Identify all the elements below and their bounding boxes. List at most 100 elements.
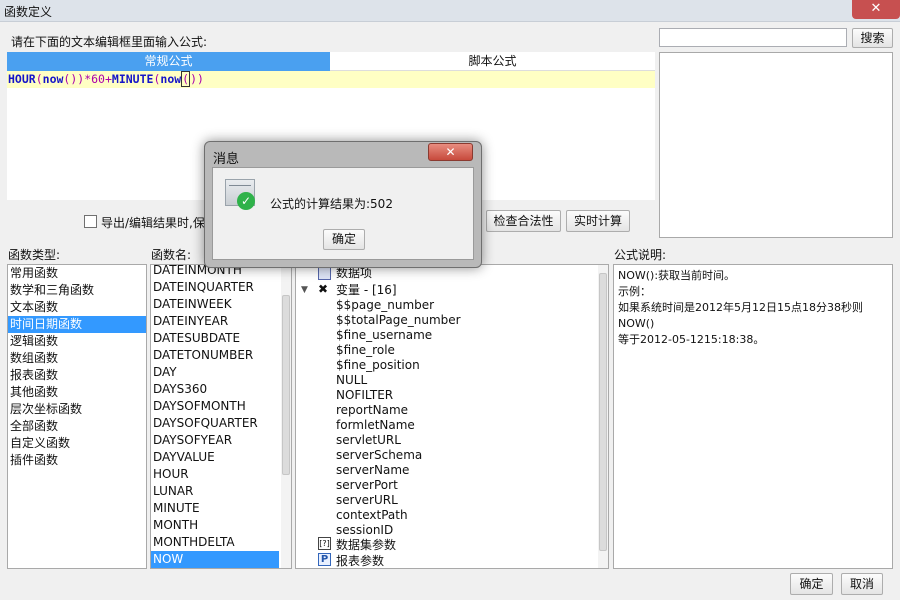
function-type-item[interactable]: 数学和三角函数 xyxy=(8,282,146,299)
expand-arrow-icon[interactable]: ▼ xyxy=(301,283,308,298)
dataset-param-icon: [?] xyxy=(318,537,331,550)
tab-normal-formula[interactable]: 常规公式 xyxy=(7,52,330,71)
function-type-item[interactable]: 全部函数 xyxy=(8,418,146,435)
formula-token: ) xyxy=(190,72,198,86)
tree-variable-item[interactable]: serverURL xyxy=(336,493,398,508)
function-type-item[interactable]: 插件函数 xyxy=(8,452,146,469)
search-button[interactable]: 搜索 xyxy=(852,28,893,48)
tree-variable-item[interactable]: servletURL xyxy=(336,433,401,448)
dialog-title: 消息 xyxy=(213,152,240,167)
formula-token: ()) xyxy=(63,72,85,86)
validate-button[interactable]: 检查合法性 xyxy=(486,210,561,232)
tree-variable-item[interactable]: NULL xyxy=(336,373,367,388)
function-name-item[interactable]: DAYS360 xyxy=(151,381,279,398)
search-input[interactable] xyxy=(659,28,847,47)
tree-variable-item[interactable]: serverSchema xyxy=(336,448,422,463)
description-line: NOW():获取当前时间。 xyxy=(618,269,736,282)
window-title: 函数定义 xyxy=(4,5,53,19)
tree-variable-item[interactable]: $fine_role xyxy=(336,343,395,358)
preserve-formula-checkbox[interactable] xyxy=(84,215,97,228)
tree-node-report-params[interactable]: 报表参数 xyxy=(336,554,384,568)
function-type-item[interactable]: 常用函数 xyxy=(8,265,146,282)
tab-script-formula[interactable]: 脚本公式 xyxy=(330,52,655,71)
description-line: 示例： xyxy=(618,285,651,298)
formula-token: MINUTE xyxy=(111,72,154,86)
function-name-item[interactable]: DAYSOFYEAR xyxy=(151,432,279,449)
realtime-compute-button[interactable]: 实时计算 xyxy=(566,210,630,232)
tree-variable-item[interactable]: sessionID xyxy=(336,523,393,538)
function-name-item[interactable]: DAYSOFMONTH xyxy=(151,398,279,415)
tree-scroll-thumb[interactable] xyxy=(599,273,607,551)
formula-token-cursor: ( xyxy=(181,71,191,87)
function-type-item[interactable]: 层次坐标函数 xyxy=(8,401,146,418)
formula-text[interactable]: HOUR(now())*60+MINUTE(now()) xyxy=(8,71,204,87)
function-type-list[interactable]: 常用函数 数学和三角函数 文本函数 时间日期函数 逻辑函数 数组函数 报表函数 其他函数 层次坐… xyxy=(7,264,147,569)
dialog-close-button[interactable]: ✕ xyxy=(428,143,473,161)
dialog-message: 公式的计算结果为:502 xyxy=(270,197,393,211)
function-name-item[interactable]: DATEINQUARTER xyxy=(151,279,279,296)
editor-prompt-label: 请在下面的文本编辑框里面输入公式: xyxy=(11,35,208,49)
window-close-button[interactable]: ✕ xyxy=(852,0,900,19)
tree-variable-item[interactable]: $fine_position xyxy=(336,358,420,373)
description-line: 等于2012-05-1215:18:38。 xyxy=(618,333,765,346)
formula-token: ( xyxy=(35,72,43,86)
function-name-item[interactable]: NOW xyxy=(151,551,279,568)
function-name-item[interactable]: DATEINYEAR xyxy=(151,313,279,330)
function-name-item[interactable]: DAYVALUE xyxy=(151,449,279,466)
function-name-item[interactable]: MONTH xyxy=(151,517,279,534)
description-line: 如果系统时间是2012年5月12日15点18分38秒则NOW() xyxy=(618,301,863,330)
tree-variable-item[interactable]: NOFILTER xyxy=(336,388,393,403)
function-name-item[interactable]: DATEINWEEK xyxy=(151,296,279,313)
tree-variable-item[interactable]: $$totalPage_number xyxy=(336,313,461,328)
description-label: 公式说明: xyxy=(614,248,667,262)
description-panel: NOW():获取当前时间。 示例： 如果系统时间是2012年5月12日15点18… xyxy=(613,264,893,569)
success-check-icon: ✓ xyxy=(237,192,255,210)
function-type-item[interactable]: 逻辑函数 xyxy=(8,333,146,350)
window-titlebar: 函数定义 xyxy=(0,0,900,22)
formula-token: HOUR xyxy=(8,72,36,86)
variable-tree[interactable]: 数据项 ▼ ✖ 变量 - [16] $$page_number $$totalPa… xyxy=(295,264,609,569)
variable-icon: ✖ xyxy=(318,282,329,296)
formula-token: now xyxy=(160,72,182,86)
tree-node-variables[interactable]: 变量 - [16] xyxy=(336,283,397,298)
formula-token: now xyxy=(42,72,64,86)
preserve-formula-label: 导出/编辑结果时,保留 xyxy=(101,216,217,230)
tree-variable-item[interactable]: $$page_number xyxy=(336,298,434,313)
function-name-scroll-thumb[interactable] xyxy=(282,295,290,475)
tree-variable-item[interactable]: serverName xyxy=(336,463,409,478)
tree-variable-item[interactable]: formletName xyxy=(336,418,415,433)
function-type-item[interactable]: 报表函数 xyxy=(8,367,146,384)
report-param-icon: P xyxy=(318,553,331,566)
search-results-panel xyxy=(659,52,893,238)
tree-variable-item[interactable]: $fine_username xyxy=(336,328,432,343)
formula-token: *60+ xyxy=(84,72,112,86)
tree-node-data-item[interactable]: 数据项 xyxy=(336,266,372,281)
cancel-button[interactable]: 取消 xyxy=(841,573,883,595)
function-name-list[interactable]: DATEINMONTH DATEINQUARTER DATEINWEEK DATEIN… xyxy=(150,264,292,569)
tree-variable-item[interactable]: reportName xyxy=(336,403,408,418)
function-type-item[interactable]: 文本函数 xyxy=(8,299,146,316)
function-type-item[interactable]: 其他函数 xyxy=(8,384,146,401)
function-name-item[interactable]: DATESUBDATE xyxy=(151,330,279,347)
message-dialog: 消息 ✕ ✓ 公式的计算结果为:502 确定 xyxy=(204,141,482,268)
tree-node-dataset-params[interactable]: 数据集参数 xyxy=(336,538,396,553)
function-type-item[interactable]: 自定义函数 xyxy=(8,435,146,452)
tree-variable-item[interactable]: contextPath xyxy=(336,508,408,523)
function-type-item[interactable]: 数组函数 xyxy=(8,350,146,367)
tree-variable-item[interactable]: serverPort xyxy=(336,478,398,493)
function-name-item[interactable]: MINUTE xyxy=(151,500,279,517)
function-name-item[interactable]: LUNAR xyxy=(151,483,279,500)
function-name-item[interactable]: HOUR xyxy=(151,466,279,483)
function-type-label: 函数类型: xyxy=(8,248,61,262)
dialog-body: ✓ 公式的计算结果为:502 确定 xyxy=(212,167,474,260)
function-name-item[interactable]: DATETONUMBER xyxy=(151,347,279,364)
function-name-label: 函数名: xyxy=(151,248,192,262)
table-icon xyxy=(318,267,331,280)
dialog-ok-button[interactable]: 确定 xyxy=(323,229,365,250)
function-name-item[interactable]: DAYSOFQUARTER xyxy=(151,415,279,432)
formula-token: ) xyxy=(197,72,204,86)
ok-button[interactable]: 确定 xyxy=(790,573,833,595)
function-type-item[interactable]: 时间日期函数 xyxy=(8,316,146,333)
function-name-item[interactable]: DAY xyxy=(151,364,279,381)
function-name-item[interactable]: MONTHDELTA xyxy=(151,534,279,551)
